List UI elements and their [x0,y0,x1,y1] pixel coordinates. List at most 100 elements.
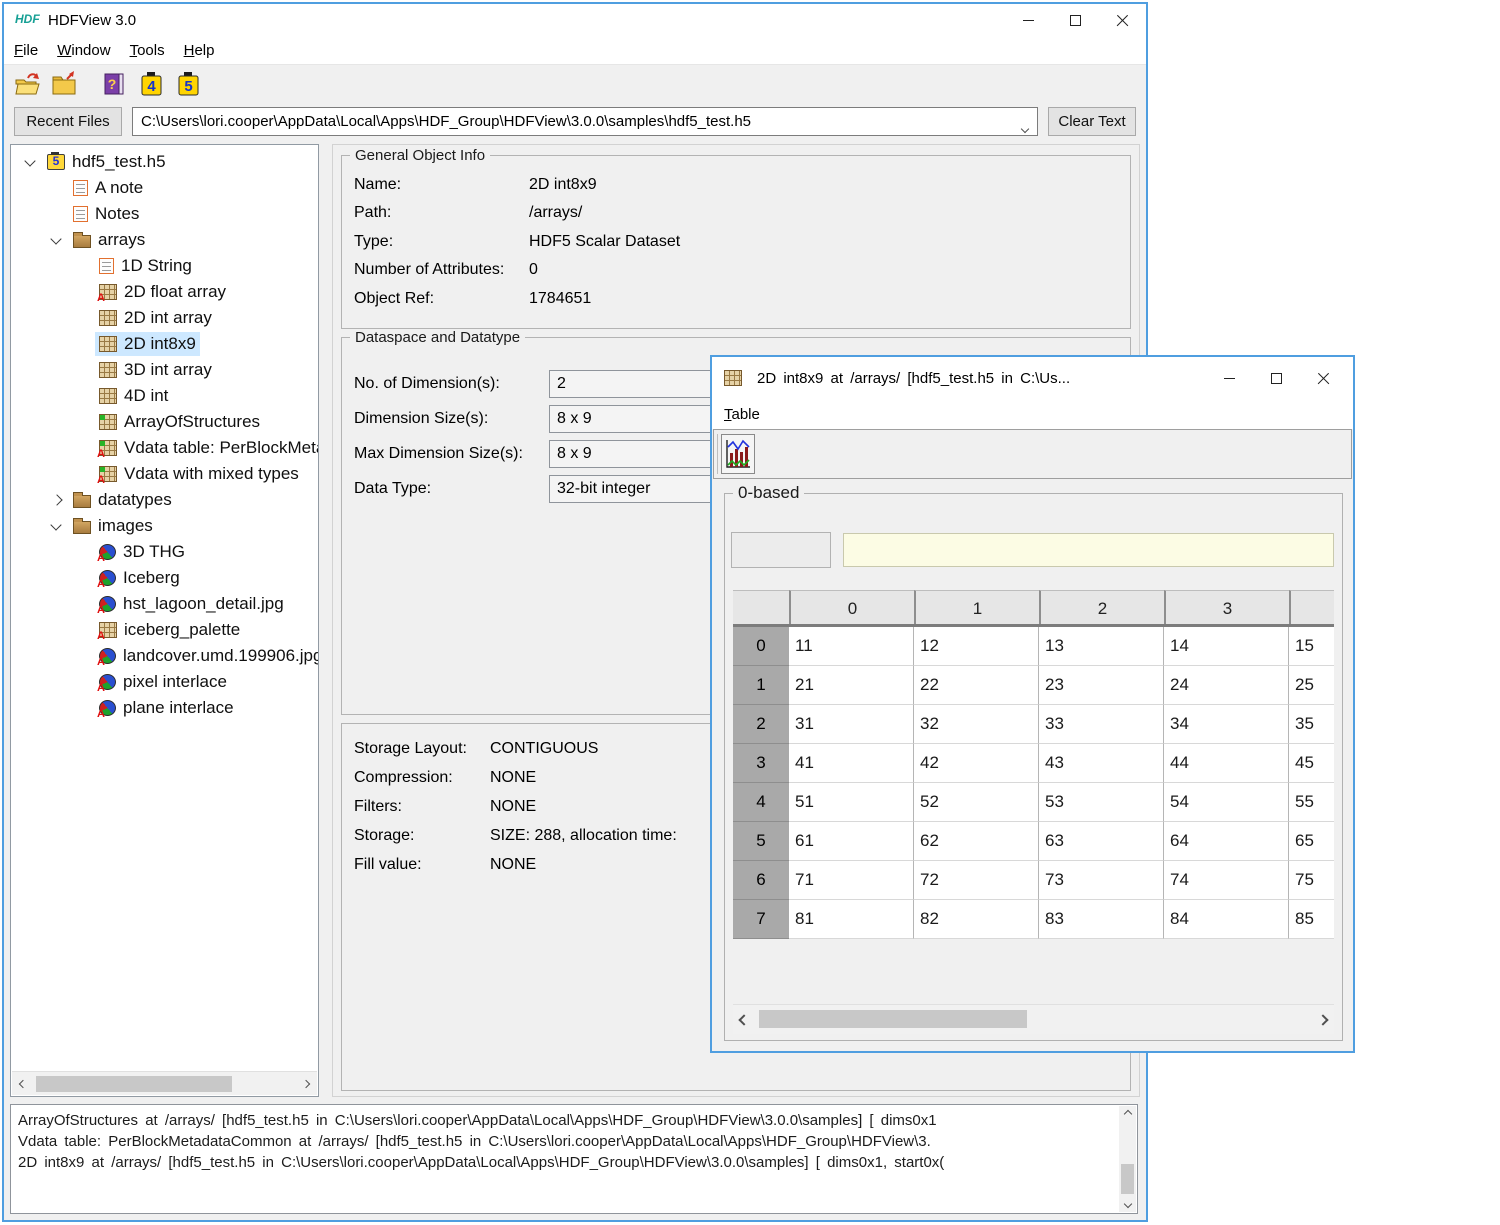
table-corner-cell[interactable] [733,590,789,624]
menu-window[interactable]: Window [57,42,110,59]
column-header[interactable]: 1 [914,590,1039,624]
table-cell[interactable]: 84 [1164,900,1289,939]
table-cell[interactable]: 74 [1164,861,1289,900]
tree-horizontal-scrollbar[interactable] [12,1071,317,1095]
table-cell[interactable]: 61 [789,822,914,861]
table-cell[interactable]: 21 [789,666,914,705]
line-chart-icon[interactable] [721,434,755,474]
open-file-icon[interactable] [14,70,42,97]
table-cell[interactable]: 42 [914,744,1039,783]
tree-item-hst-lagoon[interactable]: hst_lagoon_detail.jpg [11,591,318,617]
hdf4-icon[interactable]: 4 [137,70,165,97]
column-header[interactable]: 3 [1164,590,1289,624]
file-path-combobox[interactable]: C:\Users\lori.cooper\AppData\Local\Apps\… [132,107,1038,136]
cell-value-field[interactable] [843,533,1334,567]
table-cell[interactable]: 53 [1039,783,1164,822]
status-log[interactable]: ArrayOfStructures at /arrays/ [hdf5_test… [10,1104,1138,1214]
row-header[interactable]: 3 [733,744,789,783]
table-cell[interactable]: 55 [1289,783,1334,822]
menu-tools[interactable]: Tools [130,42,165,59]
tree-item-2d-int8x9[interactable]: 2D int8x9 [11,331,318,357]
table-cell[interactable]: 43 [1039,744,1164,783]
row-header[interactable]: 4 [733,783,789,822]
table-cell[interactable]: 41 [789,744,914,783]
table-cell[interactable]: 14 [1164,627,1289,666]
table-cell[interactable]: 23 [1039,666,1164,705]
tree-item-datatypes[interactable]: datatypes [11,487,318,513]
column-header[interactable]: 0 [789,590,914,624]
tree-item-iceberg-palette[interactable]: iceberg_palette [11,617,318,643]
close-file-icon[interactable] [51,70,79,97]
table-cell[interactable]: 45 [1289,744,1334,783]
scroll-left-icon[interactable] [733,1016,755,1024]
table-cell[interactable]: 75 [1289,861,1334,900]
tree-expander-icon[interactable] [45,513,69,539]
table-cell[interactable]: 22 [914,666,1039,705]
tree-item-arrayofstructures[interactable]: ArrayOfStructures [11,409,318,435]
table-cell[interactable]: 44 [1164,744,1289,783]
row-header[interactable]: 1 [733,666,789,705]
table-cell[interactable]: 31 [789,705,914,744]
scroll-left-icon[interactable] [12,1081,34,1087]
table-cell[interactable]: 12 [914,627,1039,666]
tree-item-vdata-mixed[interactable]: Vdata with mixed types [11,461,318,487]
hdf5-icon[interactable]: 5 [174,70,202,97]
table-cell[interactable]: 54 [1164,783,1289,822]
table-cell[interactable]: 52 [914,783,1039,822]
tree-item-pixel-interlace[interactable]: pixel interlace [11,669,318,695]
table-cell[interactable]: 51 [789,783,914,822]
column-header[interactable]: 4 [1289,590,1334,624]
tree-item-2d-float-array[interactable]: 2D float array [11,279,318,305]
table-cell[interactable]: 72 [914,861,1039,900]
close-button[interactable] [1099,4,1146,37]
table-cell[interactable]: 85 [1289,900,1334,939]
cell-position-field[interactable] [731,532,831,568]
menu-table[interactable]: Table [724,406,760,423]
table-cell[interactable]: 24 [1164,666,1289,705]
tree-item-a-note[interactable]: A note [11,175,318,201]
tree-expander-icon[interactable] [19,149,43,175]
minimize-button[interactable] [1206,357,1253,399]
tree-expander-icon[interactable] [45,487,69,513]
table-cell[interactable]: 15 [1289,627,1334,666]
table-cell[interactable]: 34 [1164,705,1289,744]
close-button[interactable] [1300,357,1347,399]
column-header[interactable]: 2 [1039,590,1164,624]
table-cell[interactable]: 25 [1289,666,1334,705]
table-cell[interactable]: 82 [914,900,1039,939]
scroll-right-icon[interactable] [1312,1016,1334,1024]
scrollbar-thumb[interactable] [759,1010,1027,1028]
table-cell[interactable]: 65 [1289,822,1334,861]
tree-item-arrays[interactable]: arrays [11,227,318,253]
table-cell[interactable]: 33 [1039,705,1164,744]
row-header[interactable]: 0 [733,627,789,666]
table-cell[interactable]: 32 [914,705,1039,744]
combobox-dropdown-icon[interactable] [1022,119,1028,136]
table-cell[interactable]: 13 [1039,627,1164,666]
table-cell[interactable]: 73 [1039,861,1164,900]
row-header[interactable]: 6 [733,861,789,900]
table-horizontal-scrollbar[interactable] [733,1004,1334,1034]
row-header[interactable]: 2 [733,705,789,744]
scroll-right-icon[interactable] [295,1081,317,1087]
tree-item-plane-interlace[interactable]: plane interlace [11,695,318,721]
table-cell[interactable]: 81 [789,900,914,939]
table-cell[interactable]: 35 [1289,705,1334,744]
table-cell[interactable]: 63 [1039,822,1164,861]
minimize-button[interactable] [1005,4,1052,37]
scrollbar-thumb[interactable] [36,1076,232,1092]
tree-item-4d-int[interactable]: 4D int [11,383,318,409]
tree-item-notes[interactable]: Notes [11,201,318,227]
row-header[interactable]: 7 [733,900,789,939]
table-cell[interactable]: 83 [1039,900,1164,939]
tree-item-images[interactable]: images [11,513,318,539]
scrollbar-thumb[interactable] [1121,1164,1134,1194]
recent-files-button[interactable]: Recent Files [14,107,122,136]
table-cell[interactable]: 11 [789,627,914,666]
maximize-button[interactable] [1253,357,1300,399]
tree-expander-icon[interactable] [45,227,69,253]
menu-help[interactable]: Help [184,42,215,59]
tree-item-hdf5-test-h5[interactable]: hdf5_test.h5 [11,149,318,175]
scroll-up-icon[interactable] [1119,1106,1136,1122]
tree-item-1d-string[interactable]: 1D String [11,253,318,279]
